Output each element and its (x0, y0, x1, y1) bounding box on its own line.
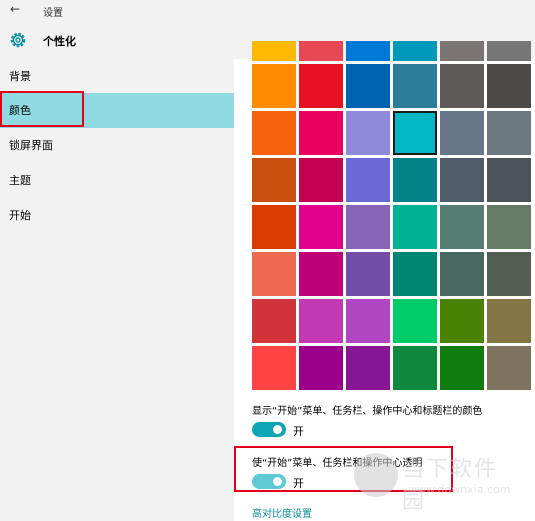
sidebar-item-lock-screen[interactable]: 锁屏界面 (0, 128, 234, 163)
title-bar: ← 设置 (0, 0, 535, 21)
show-color-toggle[interactable] (252, 422, 286, 437)
color-swatch[interactable] (299, 252, 343, 296)
color-swatch[interactable] (393, 111, 437, 155)
watermark: 当下软件园 www.downxia.com (354, 447, 519, 514)
sidebar-item-background[interactable]: 背景 (0, 59, 234, 94)
color-swatch[interactable] (299, 41, 343, 61)
color-swatch[interactable] (299, 346, 343, 390)
color-swatch[interactable] (346, 158, 390, 202)
color-swatch[interactable] (440, 299, 484, 343)
gear-icon (10, 32, 26, 48)
color-swatch[interactable] (487, 111, 531, 155)
color-swatch[interactable] (487, 252, 531, 296)
show-color-state: 开 (293, 425, 304, 438)
color-swatch[interactable] (393, 41, 437, 61)
accent-color-grid (252, 41, 531, 390)
color-swatch[interactable] (252, 299, 296, 343)
color-swatch[interactable] (252, 346, 296, 390)
sidebar: 背景 颜色 锁屏界面 主题 开始 (0, 59, 234, 521)
color-swatch[interactable] (393, 64, 437, 108)
color-swatch[interactable] (346, 252, 390, 296)
color-swatch[interactable] (252, 111, 296, 155)
color-swatch[interactable] (299, 64, 343, 108)
color-swatch[interactable] (487, 205, 531, 249)
color-swatch[interactable] (299, 299, 343, 343)
color-swatch[interactable] (252, 252, 296, 296)
color-swatch[interactable] (346, 205, 390, 249)
color-swatch[interactable] (487, 41, 531, 61)
sidebar-item-themes[interactable]: 主题 (0, 163, 234, 198)
color-swatch[interactable] (440, 158, 484, 202)
color-swatch[interactable] (440, 346, 484, 390)
toggle-knob (273, 425, 282, 434)
color-swatch[interactable] (487, 299, 531, 343)
highlight-box-colors (0, 91, 84, 127)
sidebar-item-start[interactable]: 开始 (0, 198, 234, 233)
color-swatch[interactable] (252, 64, 296, 108)
color-swatch[interactable] (440, 205, 484, 249)
color-swatch[interactable] (393, 299, 437, 343)
high-contrast-link[interactable]: 高对比度设置 (252, 505, 312, 520)
color-swatch[interactable] (299, 205, 343, 249)
window-title: 设置 (43, 8, 63, 19)
color-swatch[interactable] (393, 158, 437, 202)
color-swatch[interactable] (346, 299, 390, 343)
color-swatch[interactable] (440, 252, 484, 296)
color-swatch[interactable] (487, 64, 531, 108)
color-swatch[interactable] (346, 64, 390, 108)
page-title: 个性化 (43, 35, 76, 48)
color-swatch[interactable] (393, 205, 437, 249)
color-swatch[interactable] (440, 111, 484, 155)
back-button[interactable]: ← (10, 2, 20, 16)
color-swatch[interactable] (393, 346, 437, 390)
color-swatch[interactable] (252, 205, 296, 249)
color-swatch[interactable] (487, 346, 531, 390)
color-swatch[interactable] (440, 41, 484, 61)
show-color-label: 显示“开始”菜单、任务栏、操作中心和标题栏的颜色 (252, 406, 483, 417)
color-swatch[interactable] (346, 346, 390, 390)
color-swatch[interactable] (346, 111, 390, 155)
watermark-logo-icon (354, 453, 398, 497)
color-swatch[interactable] (252, 158, 296, 202)
color-swatch[interactable] (299, 111, 343, 155)
color-swatch[interactable] (299, 158, 343, 202)
color-swatch[interactable] (346, 41, 390, 61)
color-swatch[interactable] (440, 64, 484, 108)
color-swatch[interactable] (393, 252, 437, 296)
watermark-url: www.downxia.com (408, 483, 511, 496)
color-swatch[interactable] (487, 158, 531, 202)
color-swatch[interactable] (252, 41, 296, 61)
